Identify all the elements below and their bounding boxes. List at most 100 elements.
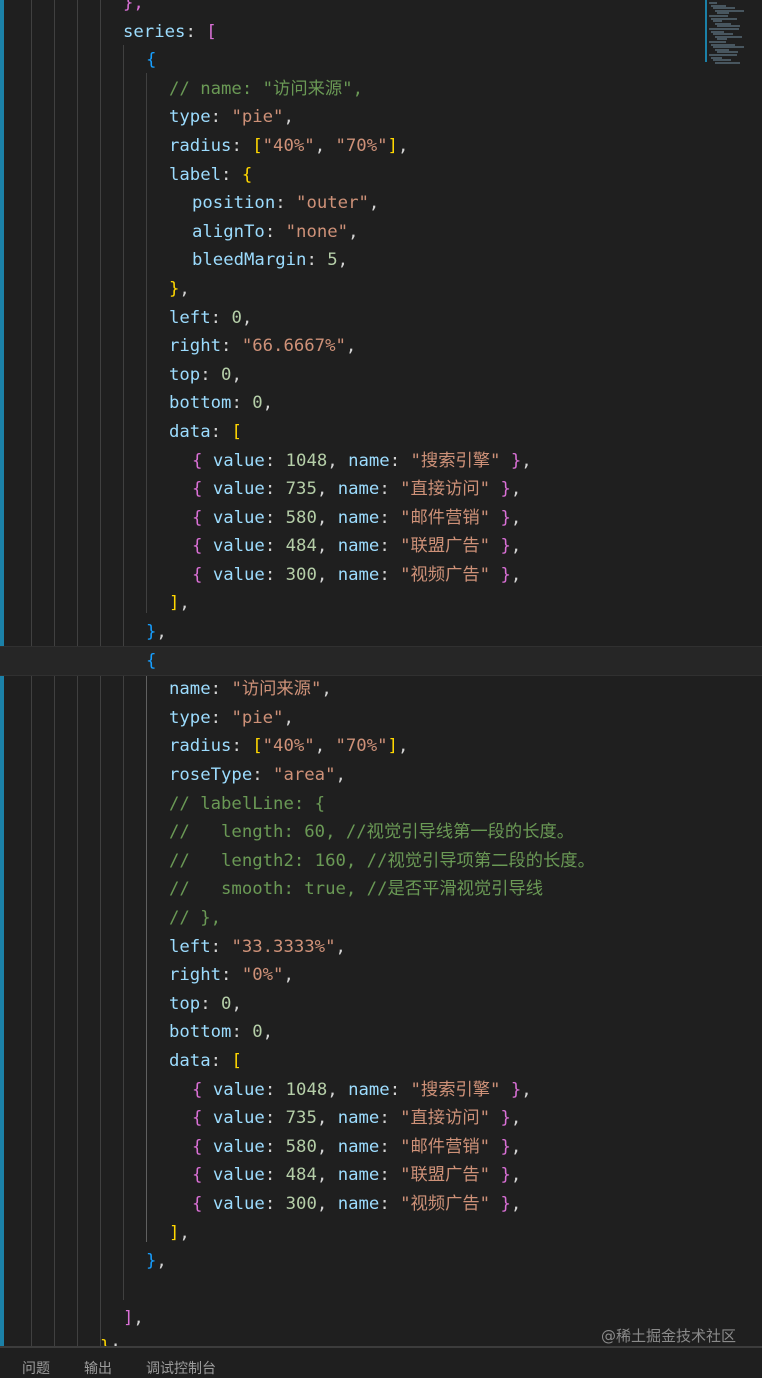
code-line[interactable]: bleedMargin: 5,: [8, 246, 762, 275]
code-token: ,: [156, 622, 167, 643]
code-line[interactable]: left: "33.3333%",: [8, 933, 762, 962]
code-line[interactable]: { value: 1048, name: "搜索引擎" },: [8, 1076, 762, 1105]
code-line[interactable]: { value: 1048, name: "搜索引擎" },: [8, 447, 762, 476]
code-line[interactable]: right: "0%",: [8, 961, 762, 990]
code-line[interactable]: { value: 580, name: "邮件营销" },: [8, 504, 762, 533]
code-token: 0: [221, 993, 232, 1014]
code-line[interactable]: series: [: [8, 18, 762, 47]
code-token: }: [146, 1251, 157, 1272]
minimap[interactable]: [705, 0, 762, 65]
code-token: "pie": [231, 707, 284, 728]
code-token: "70%": [335, 736, 388, 757]
code-token: :: [379, 507, 401, 528]
code-editor[interactable]: }, series: [{// name: "访问来源", type: "pie",…: [0, 0, 762, 1346]
code-line[interactable]: label: {: [8, 161, 762, 190]
code-line[interactable]: // length2: 160, //视觉引导项第二段的长度。: [8, 847, 762, 876]
tab-debug-console[interactable]: 调试控制台: [146, 1358, 216, 1378]
code-token: bottom: [169, 393, 232, 414]
code-token: :: [210, 679, 232, 700]
code-token: }: [169, 278, 180, 299]
code-line[interactable]: { value: 735, name: "直接访问" },: [8, 475, 762, 504]
code-token: ,: [348, 221, 359, 242]
code-token: ,: [321, 679, 332, 700]
code-token: ]: [387, 135, 398, 156]
watermark: @稀土掘金技术社区: [600, 1327, 736, 1345]
code-token: ,: [283, 107, 294, 128]
code-token: :: [231, 1022, 253, 1043]
code-line[interactable]: { value: 735, name: "直接访问" },: [8, 1104, 762, 1133]
tab-problems[interactable]: 问题: [22, 1358, 50, 1378]
code-token: bleedMargin: [192, 250, 307, 271]
code-line[interactable]: },: [8, 1247, 762, 1276]
code-line[interactable]: },: [8, 618, 762, 647]
code-line[interactable]: data: [: [8, 418, 762, 447]
code-line[interactable]: right: "66.6667%",: [8, 332, 762, 361]
code-line[interactable]: { value: 300, name: "视频广告" },: [8, 1190, 762, 1219]
code-line[interactable]: type: "pie",: [8, 704, 762, 733]
minimap-line: [715, 61, 740, 64]
code-line[interactable]: top: 0,: [8, 361, 762, 390]
code-token: "邮件营销": [400, 1136, 491, 1157]
code-token: {: [192, 1165, 213, 1186]
code-token: right: [169, 336, 222, 357]
code-line[interactable]: radius: ["40%", "70%"],: [8, 132, 762, 161]
code-token: position: [192, 193, 276, 214]
code-token: ]: [387, 736, 398, 757]
code-line[interactable]: type: "pie",: [8, 103, 762, 132]
code-line[interactable]: top: 0,: [8, 990, 762, 1019]
code-token: :: [231, 135, 253, 156]
code-line[interactable]: {: [8, 46, 762, 75]
code-line[interactable]: [8, 1276, 762, 1305]
code-line-current[interactable]: {: [0, 645, 762, 677]
code-token: ,: [316, 1193, 338, 1214]
code-line[interactable]: { value: 580, name: "邮件营销" },: [8, 1133, 762, 1162]
code-line[interactable]: bottom: 0,: [8, 1018, 762, 1047]
code-line[interactable]: { value: 484, name: "联盟广告" },: [8, 532, 762, 561]
code-token: "70%": [335, 135, 388, 156]
code-line[interactable]: },: [8, 0, 762, 18]
code-line[interactable]: radius: ["40%", "70%"],: [8, 732, 762, 761]
code-token: ,: [521, 1079, 532, 1100]
code-token: :: [231, 736, 253, 757]
code-token: // labelLine: {: [169, 793, 326, 814]
code-token: "outer": [296, 193, 369, 214]
code-line[interactable]: data: [: [8, 1047, 762, 1076]
code-token: ,: [335, 936, 346, 957]
code-line[interactable]: name: "访问来源",: [8, 675, 762, 704]
code-token: :: [185, 21, 207, 42]
code-token: "直接访问": [400, 479, 491, 500]
code-token: :: [264, 221, 286, 242]
code-token: }: [490, 507, 511, 528]
code-line[interactable]: // labelLine: {: [8, 790, 762, 819]
code-token: name: [169, 679, 211, 700]
code-line[interactable]: // length: 60, //视觉引导线第一段的长度。: [8, 818, 762, 847]
code-line[interactable]: { value: 300, name: "视频广告" },: [8, 561, 762, 590]
code-token: ,: [327, 450, 349, 471]
code-token: 1048: [285, 1079, 328, 1100]
code-line[interactable]: alignTo: "none",: [8, 218, 762, 247]
code-line[interactable]: // smooth: true, //是否平滑视觉引导线: [8, 875, 762, 904]
code-line[interactable]: // name: "访问来源",: [8, 75, 762, 104]
code-line[interactable]: ],: [8, 589, 762, 618]
code-token: // length2: 160, //视觉引导项第二段的长度。: [169, 850, 595, 871]
code-token: name: [337, 1108, 380, 1129]
code-line[interactable]: },: [8, 275, 762, 304]
code-token: {: [192, 450, 213, 471]
code-token: "访问来源": [231, 679, 322, 700]
code-token: "0%": [241, 965, 284, 986]
code-token: value: [212, 1136, 265, 1157]
code-line[interactable]: position: "outer",: [8, 189, 762, 218]
code-line[interactable]: bottom: 0,: [8, 389, 762, 418]
code-line[interactable]: { value: 484, name: "联盟广告" },: [8, 1161, 762, 1190]
code-line[interactable]: left: 0,: [8, 304, 762, 333]
code-line[interactable]: // },: [8, 904, 762, 933]
code-lines[interactable]: }, series: [{// name: "访问来源", type: "pie",…: [0, 0, 762, 1346]
code-token: // name: "访问来源",: [169, 78, 363, 99]
code-token: 0: [252, 393, 263, 414]
tab-output[interactable]: 输出: [84, 1358, 112, 1378]
code-line[interactable]: roseType: "area",: [8, 761, 762, 790]
code-token: :: [221, 965, 242, 986]
code-token: 0: [221, 364, 232, 385]
code-token: ,: [262, 1022, 274, 1043]
code-line[interactable]: ],: [8, 1219, 762, 1248]
